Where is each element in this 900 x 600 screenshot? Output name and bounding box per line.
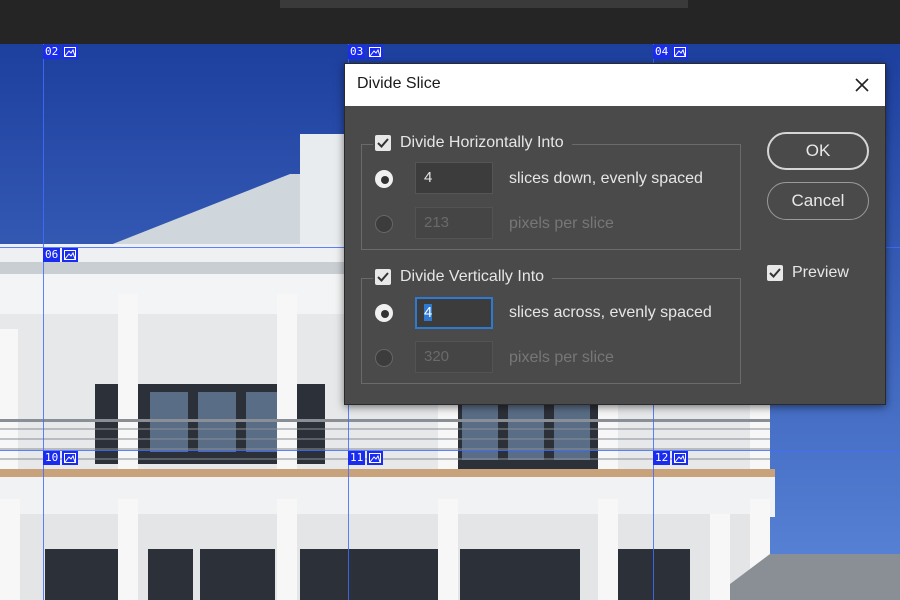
pixels-per-slice-horizontal-label: pixels per slice bbox=[509, 215, 614, 232]
slice-tag-03[interactable]: 03 bbox=[348, 45, 384, 59]
image-slice-icon bbox=[672, 451, 689, 465]
image-slice-icon bbox=[62, 451, 79, 465]
slice-guide-horizontal bbox=[0, 450, 900, 451]
slice-tag-10[interactable]: 10 bbox=[43, 451, 79, 465]
divide-vertically-checkbox[interactable] bbox=[375, 269, 391, 285]
preview-toggle[interactable]: Preview bbox=[767, 264, 849, 282]
pixels-per-slice-radio-vertical[interactable] bbox=[375, 349, 393, 367]
slice-tag-04[interactable]: 04 bbox=[653, 45, 689, 59]
pixels-per-slice-radio-horizontal[interactable] bbox=[375, 215, 393, 233]
slice-tag-06[interactable]: 06 bbox=[43, 248, 79, 262]
slice-number: 03 bbox=[348, 45, 366, 59]
slice-guide-vertical bbox=[43, 44, 44, 600]
image-slice-icon bbox=[62, 248, 79, 262]
pixels-per-slice-vertical-label: pixels per slice bbox=[509, 349, 614, 366]
slices-down-field[interactable]: 4 bbox=[415, 162, 493, 194]
slice-number: 06 bbox=[43, 248, 61, 262]
preview-checkbox[interactable] bbox=[767, 265, 783, 281]
slices-across-value: 4 bbox=[424, 304, 433, 321]
app-top-bar bbox=[0, 0, 900, 44]
slice-tag-02[interactable]: 02 bbox=[43, 45, 79, 59]
divide-vertically-label: Divide Vertically Into bbox=[400, 268, 545, 285]
image-slice-icon bbox=[62, 45, 79, 59]
slice-number: 11 bbox=[348, 451, 366, 465]
slice-number: 02 bbox=[43, 45, 61, 59]
slice-number: 10 bbox=[43, 451, 61, 465]
divide-slice-dialog: Divide Slice Divide Horizontally Into 4 … bbox=[344, 63, 886, 405]
slices-down-label: slices down, evenly spaced bbox=[509, 170, 703, 187]
slices-across-radio[interactable] bbox=[375, 304, 393, 322]
image-slice-icon bbox=[367, 451, 384, 465]
slice-tag-11[interactable]: 11 bbox=[348, 451, 384, 465]
ok-button[interactable]: OK bbox=[767, 132, 869, 170]
preview-label: Preview bbox=[792, 264, 849, 281]
slices-across-label: slices across, evenly spaced bbox=[509, 304, 712, 321]
pixels-per-slice-vertical-field[interactable]: 320 bbox=[415, 341, 493, 373]
image-slice-icon bbox=[367, 45, 384, 59]
slice-number: 12 bbox=[653, 451, 671, 465]
divide-horizontally-label: Divide Horizontally Into bbox=[400, 134, 564, 151]
cancel-button[interactable]: Cancel bbox=[767, 182, 869, 220]
image-slice-icon bbox=[672, 45, 689, 59]
close-icon[interactable] bbox=[847, 70, 877, 100]
dialog-title-bar[interactable]: Divide Slice bbox=[345, 64, 885, 106]
horizontal-legend: Divide Horizontally Into bbox=[373, 134, 572, 152]
pixels-per-slice-horizontal-field[interactable]: 213 bbox=[415, 207, 493, 239]
slice-number: 04 bbox=[653, 45, 671, 59]
vertical-legend: Divide Vertically Into bbox=[373, 268, 553, 286]
slices-across-field[interactable]: 4 bbox=[415, 297, 493, 329]
divide-horizontally-checkbox[interactable] bbox=[375, 135, 391, 151]
slices-down-radio[interactable] bbox=[375, 170, 393, 188]
slice-tag-12[interactable]: 12 bbox=[653, 451, 689, 465]
dialog-title: Divide Slice bbox=[357, 75, 441, 92]
document-tab-strip[interactable] bbox=[280, 0, 688, 8]
